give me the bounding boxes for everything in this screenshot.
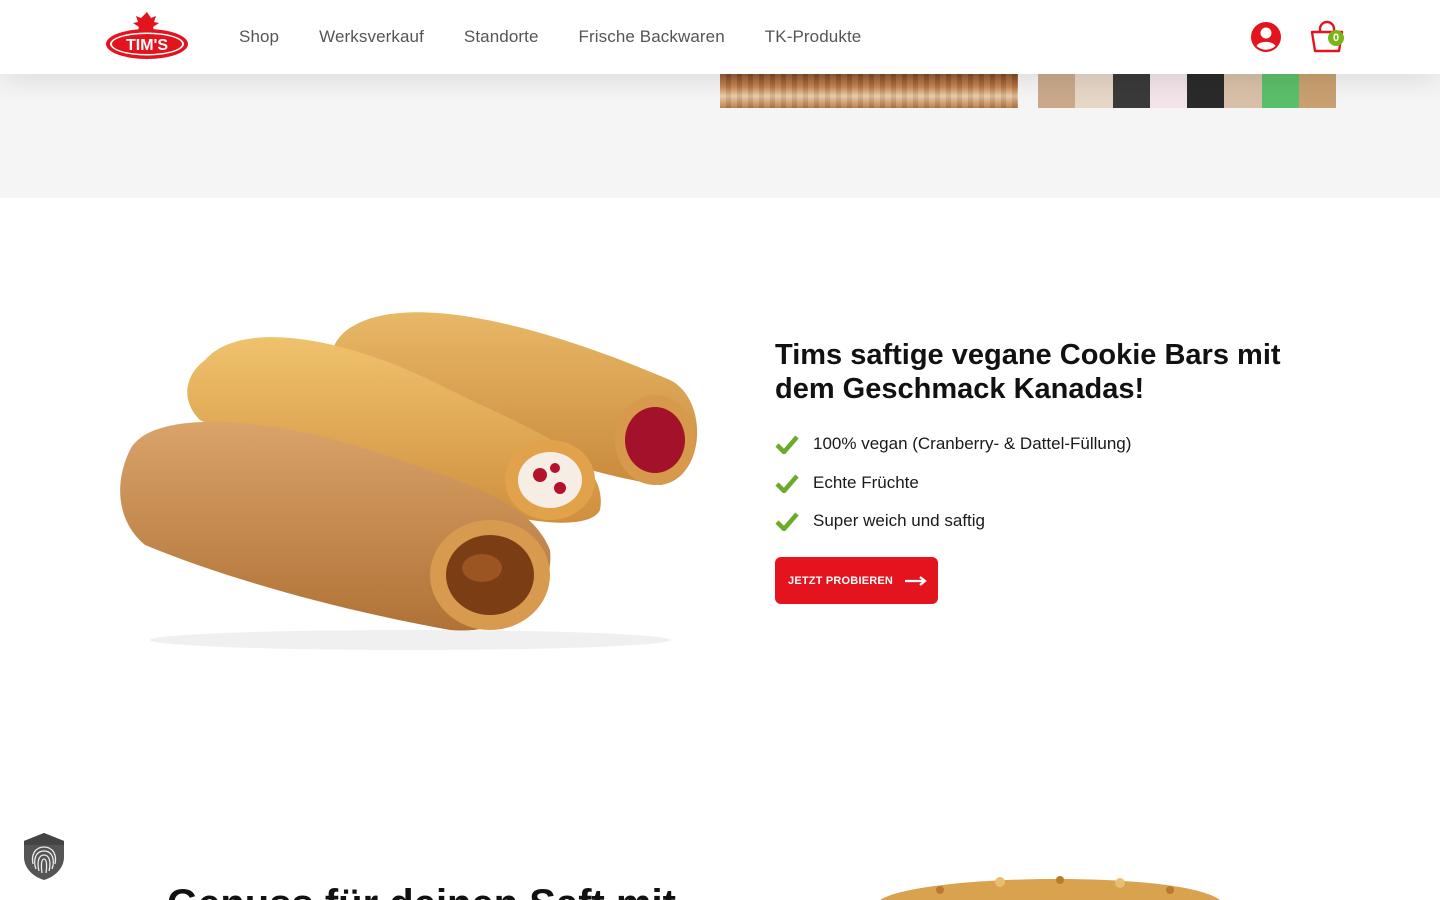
logo-text: TIM'S [126,37,168,54]
try-now-label: JETZT PROBIEREN [788,574,894,587]
feature-item: Echte Früchte [775,464,1131,503]
check-icon [775,512,799,532]
feature-item: 100% vegan (Cranberry- & Dattel-Füllung) [775,425,1131,464]
try-now-button[interactable]: JETZT PROBIEREN [775,557,938,604]
check-icon [775,435,799,455]
user-circle-icon[interactable] [1250,21,1282,53]
crumble-cake-image [880,876,1220,900]
check-icon [775,474,799,493]
cookie-bars-image [120,312,698,650]
feature-item: Super weich und saftig [775,502,1131,541]
main-nav: Shop Werksverkauf Standorte Frische Back… [239,0,861,74]
tims-logo[interactable]: TIM'S [104,10,190,60]
site-header: TIM'S Shop Werksverkauf Standorte Frisch… [0,0,1440,74]
nav-item-standorte[interactable]: Standorte [464,27,539,47]
nav-item-werksverkauf[interactable]: Werksverkauf [319,27,424,47]
nav-item-shop[interactable]: Shop [239,27,279,47]
cart-count-badge: 0 [1328,30,1344,46]
feature-label: Echte Früchte [813,472,919,492]
feature-label: 100% vegan (Cranberry- & Dattel-Füllung) [813,434,1132,454]
feature-label: Super weich und saftig [813,511,985,531]
nav-item-frische-backwaren[interactable]: Frische Backwaren [579,27,725,47]
next-section-heading: Genuss für deinen Saft mit [167,884,676,900]
feature-list: 100% vegan (Cranberry- & Dattel-Füllung)… [775,425,1131,541]
hero-title: Tims saftige vegane Cookie Bars mit dem … [775,339,1281,405]
arrow-right-icon [905,575,927,586]
fingerprint-icon[interactable] [20,831,68,881]
nav-item-tk-produkte[interactable]: TK-Produkte [765,27,862,47]
